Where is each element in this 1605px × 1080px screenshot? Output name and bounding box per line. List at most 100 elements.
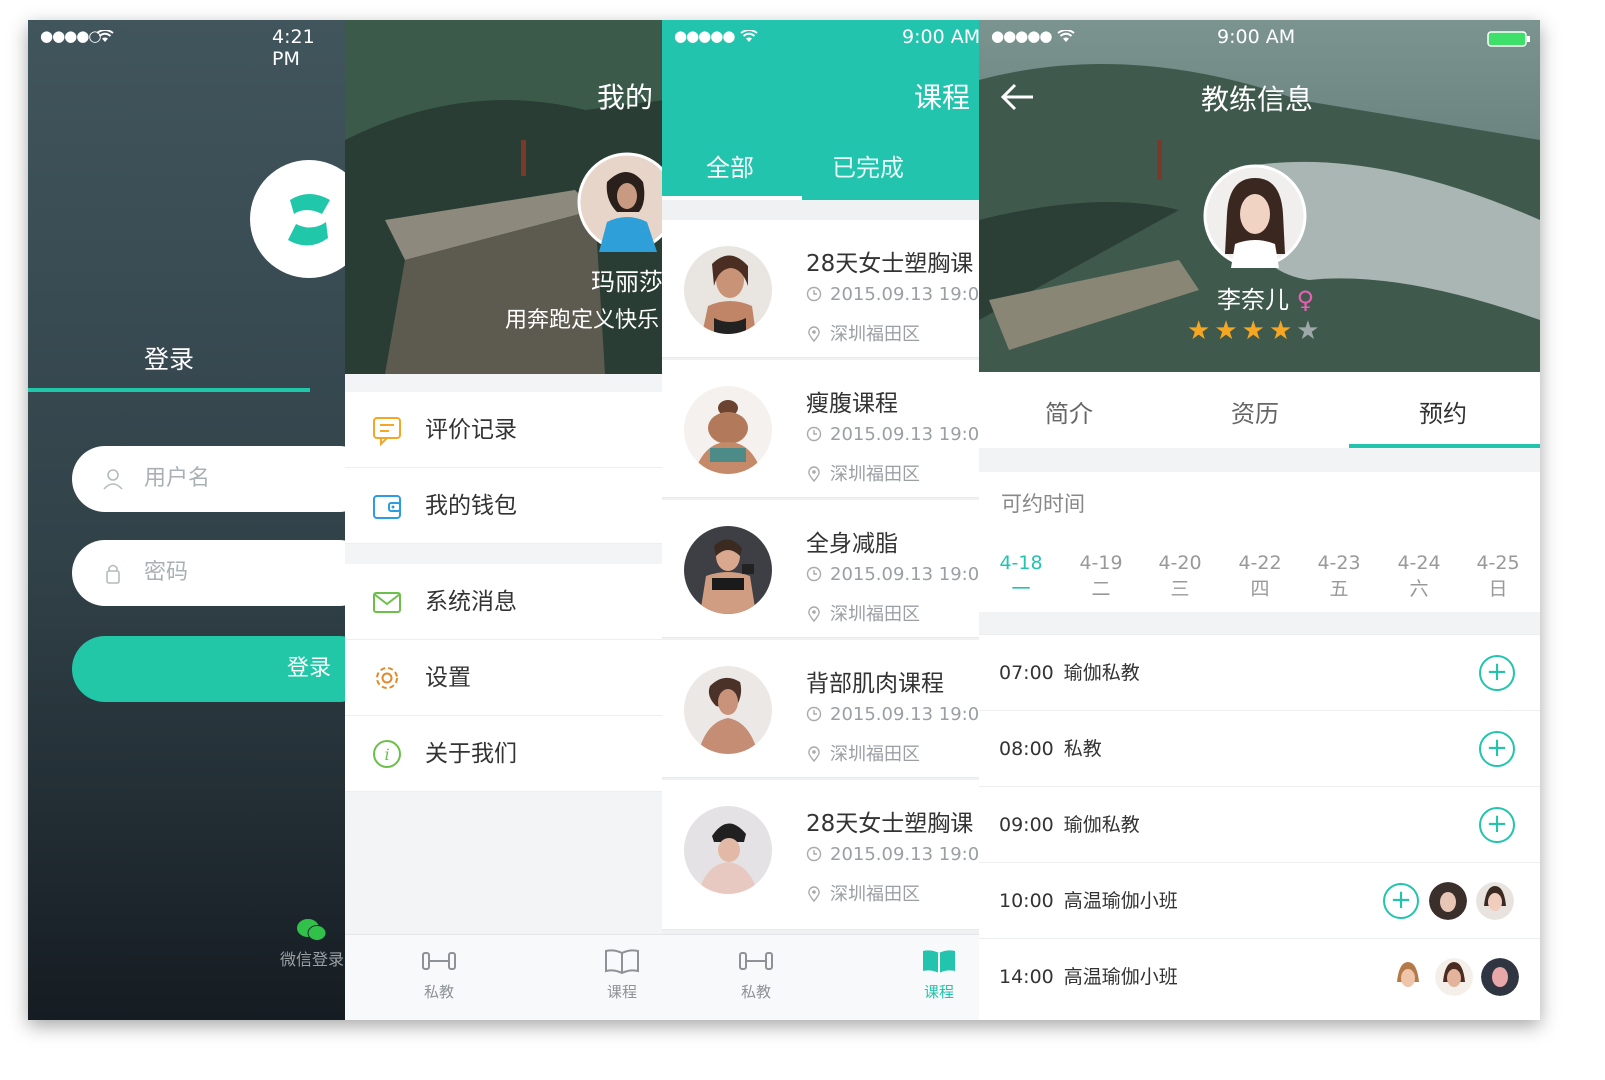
menu-item-messages[interactable]: 系统消息 [345,564,665,640]
list-item[interactable]: 全身减脂 2015.09.13 19:00 深圳福田区 [662,500,982,638]
menu-group-system: 系统消息 设置 i 关于我们 [345,564,665,792]
day-4-18[interactable]: 4-18 一 [991,550,1051,602]
location-pin-icon [808,606,820,622]
course-location: 深圳福田区 [806,320,920,346]
tab-label: 私教 [740,983,771,1001]
location-pin-icon [808,886,820,902]
star-empty-icon: ★ [1296,316,1324,346]
slot-time: 09:00 [999,814,1054,836]
tab-login[interactable]: 登录 [28,340,310,376]
slot-time: 07:00 [999,662,1054,684]
page-title: 课程 [914,81,971,114]
tab-booking[interactable]: 预约 [1419,394,1467,429]
clock-icon [806,846,822,862]
login-button[interactable]: 登录 [72,636,348,702]
add-booking-button[interactable]: + [1479,731,1515,767]
gear-icon [376,667,398,689]
course-thumbnail [684,666,772,754]
segment-all[interactable]: 全部 [706,148,754,183]
course-name: 28天女士塑胸课 [806,251,974,277]
course-date-text: 2015.09.13 19:00 [830,424,982,445]
wechat-login-label: 微信登录 [279,950,344,969]
segment-completed[interactable]: 已完成 [832,148,904,183]
day-date: 4-24 [1397,552,1441,574]
menu-item-wallet[interactable]: 我的钱包 [345,468,665,544]
time-slot: 09:00 瑜伽私教 + [979,786,1540,862]
course-date-text: 2015.09.13 19:00 [830,284,982,305]
app-showcase: ●●●●○ 4:21 PM 登录 用户名 密码 登录 微信登录 我的 玛丽莎 用… [0,0,1605,1080]
course-thumbnail [684,386,772,474]
add-booking-button[interactable]: + [1479,807,1515,843]
list-item[interactable]: 28天女士塑胸课 2015.09.13 19:00 深圳福田区 [662,220,982,358]
menu-item-settings[interactable]: 设置 [345,640,665,716]
course-date-text: 2015.09.13 19:00 [830,844,982,865]
day-4-24[interactable]: 4-24 六 [1389,550,1449,602]
menu-item-label: 设置 [425,665,471,691]
battery-icon [1487,31,1530,47]
lock-icon [106,564,120,584]
username-field[interactable]: 用户名 [72,446,348,512]
coach-tabs: 简介 资历 预约 [979,372,1540,448]
mail-icon [373,592,401,613]
slot-label: 瑜伽私教 [1063,814,1140,836]
course-location-text: 深圳福田区 [830,464,920,485]
time-slot: 10:00 高温瑜伽小班 + [979,862,1540,938]
back-arrow-icon[interactable] [999,82,1035,112]
day-4-19[interactable]: 4-19 二 [1071,550,1131,602]
list-item[interactable]: 28天女士塑胸课 2015.09.13 19:00 深圳福田区 [662,780,982,930]
wifi-icon [96,30,114,42]
menu-group-account: 评价记录 我的钱包 [345,392,665,544]
course-date-text: 2015.09.13 19:00 [830,704,982,725]
day-4-25[interactable]: 4-25 日 [1468,550,1528,602]
attendee-avatar [1476,882,1514,920]
day-strip-divider [979,612,1540,634]
courses-header: ●●●●● 9:00 AM 课程 全部 已完成 [662,20,982,200]
list-item[interactable]: 背部肌肉课程 2015.09.13 19:00 深圳福田区 [662,640,982,778]
info-icon: i [373,740,401,768]
menu-item-label: 我的钱包 [425,493,517,519]
slot-label: 私教 [1063,738,1102,760]
star-icon: ★ [1187,316,1215,346]
app-logo [250,160,348,278]
rating-stars: ★★★★★ [1187,316,1324,346]
tab-courses[interactable]: 课程 [582,947,662,1002]
menu-item-label: 系统消息 [425,589,517,615]
avatar[interactable] [577,152,665,252]
profile-header: 我的 玛丽莎 用奔跑定义快乐 [345,20,665,374]
tab-courses[interactable]: 课程 [899,947,979,1002]
coach-avatar[interactable] [1203,164,1307,268]
add-booking-button[interactable]: + [1479,655,1515,691]
course-name: 瘦腹课程 [806,391,898,417]
booking-panel: 可约时间 4-18 一 4-19 二 4-20 三 4-22 四 4-23 五 4-24 六… [979,472,1540,1020]
day-4-20[interactable]: 4-20 三 [1150,550,1210,602]
day-weekday: 四 [1250,578,1270,600]
day-4-22[interactable]: 4-22 四 [1230,550,1290,602]
coach-name-text: 李奈儿 [1217,286,1289,314]
course-location: 深圳福田区 [806,880,920,906]
day-4-23[interactable]: 4-23 五 [1309,550,1369,602]
wechat-login-button[interactable]: 微信登录 [272,918,348,970]
slot-time: 14:00 [999,966,1054,988]
location-pin-icon [808,326,820,342]
menu-item-about[interactable]: i 关于我们 [345,716,665,792]
tab-private-coach[interactable]: 私教 [399,947,479,1002]
tab-qualifications[interactable]: 资历 [1231,394,1279,429]
day-date: 4-20 [1158,552,1202,574]
female-icon: ♀ [1296,286,1315,314]
signal-icon: ●●●●● [991,27,1052,45]
password-field[interactable]: 密码 [72,540,348,606]
tab-private-coach[interactable]: 私教 [716,947,796,1002]
tab-intro[interactable]: 简介 [1045,394,1093,429]
list-item[interactable]: 瘦腹课程 2015.09.13 19:00 深圳福田区 [662,360,982,498]
page-title: 我的 [597,81,654,114]
slot-label: 瑜伽私教 [1063,662,1140,684]
course-location: 深圳福田区 [806,460,920,486]
attendee-avatar [1481,958,1519,996]
clock-icon [806,706,822,722]
add-booking-button[interactable]: + [1383,883,1419,919]
menu-item-reviews[interactable]: 评价记录 [345,392,665,468]
time-slot: 14:00 高温瑜伽小班 [979,938,1540,1014]
courses-screen: ●●●●● 9:00 AM 课程 全部 已完成 28天女士塑胸课 2015.09… [662,20,982,1020]
course-location: 深圳福田区 [806,600,920,626]
course-date: 2015.09.13 19:00 [806,564,982,585]
